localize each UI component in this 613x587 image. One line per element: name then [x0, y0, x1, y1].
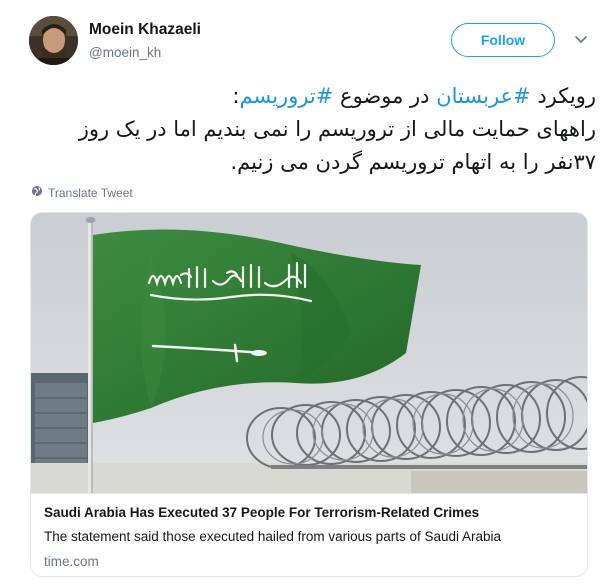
card-body[interactable]: Saudi Arabia Has Executed 37 People For …: [31, 493, 587, 576]
tweet-line-3: ۳۷نفر را به اتهام تروریسم گردن می زنیم.: [230, 150, 596, 174]
tweet-line-2: راههای حمایت مالی از تروریسم را نمی بندی…: [78, 117, 596, 141]
tweet-line-1: رویکرد #عربستان در موضوع #تروریسم:: [30, 80, 596, 113]
hashtag-link[interactable]: #تروریسم: [240, 84, 334, 108]
author-handle[interactable]: @moein_kh: [89, 45, 161, 60]
link-card[interactable]: Saudi Arabia Has Executed 37 People For …: [30, 212, 588, 577]
card-title[interactable]: Saudi Arabia Has Executed 37 People For …: [44, 504, 574, 522]
hashtag-link[interactable]: #عربستان: [436, 84, 530, 108]
tweet-text-segment: :: [232, 84, 240, 108]
card-description: The statement said those executed hailed…: [44, 529, 502, 544]
tweet-text-segment: رویکرد: [530, 84, 596, 108]
card-image[interactable]: [31, 213, 587, 493]
translate-label: Translate Tweet: [48, 185, 133, 200]
tweet-text: رویکرد #عربستان در موضوع #تروریسم: راهها…: [30, 80, 596, 179]
author-name[interactable]: Moein Khazaeli: [89, 21, 201, 39]
card-domain: time.com: [44, 554, 99, 569]
translate-tweet-link[interactable]: Translate Tweet: [31, 185, 133, 200]
avatar[interactable]: [29, 16, 78, 65]
follow-button[interactable]: Follow: [451, 23, 555, 57]
chevron-down-icon[interactable]: [573, 31, 589, 47]
tweet-text-segment: در موضوع: [333, 84, 437, 108]
globe-icon: [31, 185, 43, 200]
